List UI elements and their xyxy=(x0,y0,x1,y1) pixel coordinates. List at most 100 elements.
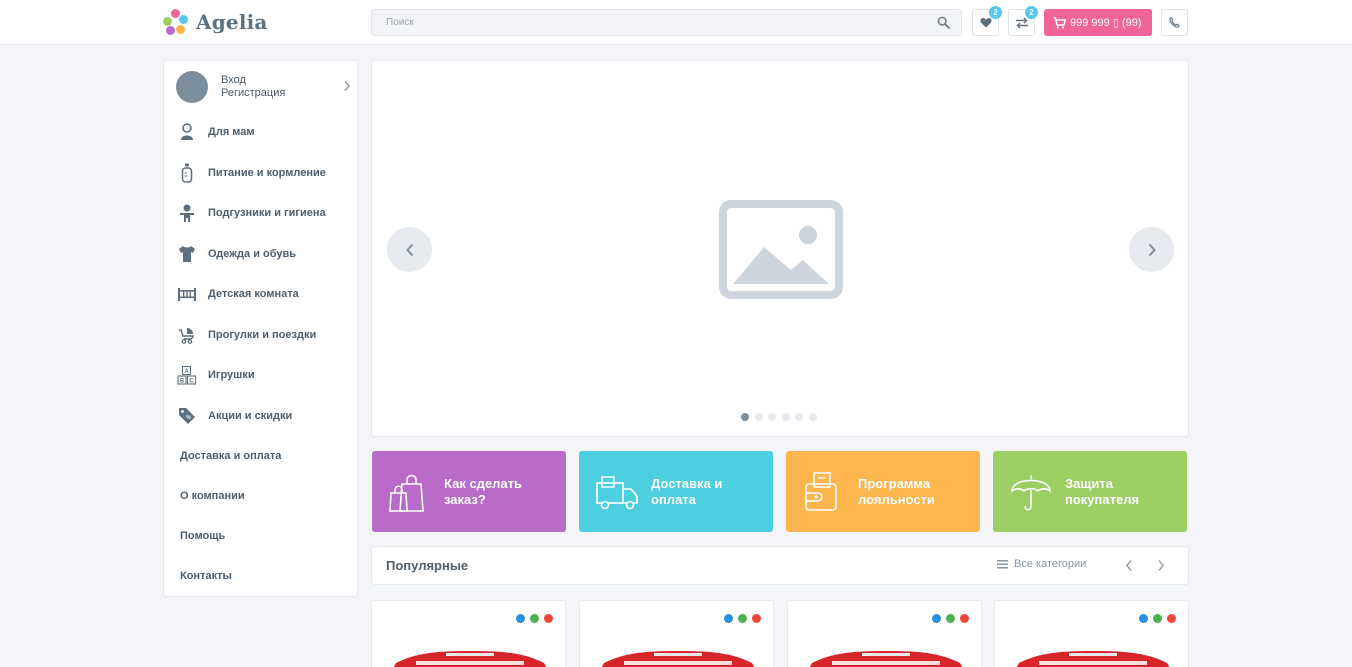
sidebar-item-label: Акции и скидки xyxy=(208,410,293,422)
list-icon xyxy=(997,559,1008,568)
product-card[interactable] xyxy=(787,600,982,667)
hero-slider xyxy=(371,60,1189,437)
stroller-icon xyxy=(176,324,198,346)
sidebar-item-feeding[interactable]: Питание и кормление xyxy=(176,162,351,184)
logo[interactable]: Agelia xyxy=(162,8,268,36)
shopping-bags-icon xyxy=(389,474,424,512)
all-categories-link[interactable]: Все категории xyxy=(997,558,1086,570)
sidebar-item-label: Игрушки xyxy=(208,369,255,381)
color-swatches xyxy=(927,614,969,623)
phone-button[interactable] xyxy=(1161,9,1188,36)
favorites-count-badge: 2 xyxy=(989,6,1002,19)
slider-prev-button[interactable] xyxy=(387,227,432,272)
color-swatch[interactable] xyxy=(1167,614,1176,623)
sidebar-item-nursery[interactable]: Детская комната xyxy=(176,283,351,305)
sidebar-item-label: Питание и кормление xyxy=(208,167,326,179)
product-card[interactable] xyxy=(371,600,566,667)
sidebar-link-delivery[interactable]: Доставка и оплата xyxy=(180,450,281,462)
sidebar-item-clothing[interactable]: Одежда и обувь xyxy=(176,243,351,265)
crib-icon xyxy=(176,283,198,305)
sidebar-item-label: Прогулки и поездки xyxy=(208,329,317,341)
tile-how-to-order[interactable]: Как сделать заказ? xyxy=(372,451,566,532)
compare-count-badge: 2 xyxy=(1025,6,1038,19)
tile-title: Программа лояльности xyxy=(858,476,935,507)
slider-dot[interactable] xyxy=(768,413,776,421)
sidebar-item-diapers[interactable]: Подгузники и гигиена xyxy=(176,202,351,224)
color-swatch[interactable] xyxy=(1153,614,1162,623)
user-account[interactable]: Вход Регистрация xyxy=(176,70,351,104)
product-image xyxy=(601,651,755,667)
color-swatch[interactable] xyxy=(516,614,525,623)
svg-text:C: C xyxy=(189,378,194,384)
sidebar-item-sales[interactable]: % Акции и скидки xyxy=(176,405,351,427)
color-swatch[interactable] xyxy=(738,614,747,623)
popular-next-button[interactable] xyxy=(1157,559,1165,572)
sidebar-link-about[interactable]: О компании xyxy=(180,490,245,502)
logo-mark-icon xyxy=(162,8,190,36)
product-card[interactable] xyxy=(994,600,1189,667)
login-link[interactable]: Вход xyxy=(221,74,246,86)
color-swatches xyxy=(1134,614,1176,623)
search-bar xyxy=(371,9,962,36)
chevron-right-icon xyxy=(344,81,350,91)
abc-blocks-icon: ABC xyxy=(176,364,198,386)
slider-dot[interactable] xyxy=(741,413,749,421)
slider-dot[interactable] xyxy=(795,413,803,421)
header: Agelia 2 2 999 999 ▯ (99) xyxy=(0,0,1352,45)
product-image xyxy=(1016,651,1170,667)
register-link[interactable]: Регистрация xyxy=(221,87,285,99)
chevron-right-icon xyxy=(1148,243,1156,256)
favorites-button[interactable]: 2 xyxy=(972,6,1002,36)
tile-loyalty-program[interactable]: Программа лояльности xyxy=(786,451,980,532)
section-title: Популярные xyxy=(386,558,469,573)
image-placeholder-icon xyxy=(719,200,843,299)
sidebar-link-contacts[interactable]: Контакты xyxy=(180,570,232,582)
logo-text: Agelia xyxy=(196,10,268,34)
avatar xyxy=(176,71,208,103)
phone-icon xyxy=(1169,17,1180,28)
sidebar-item-for-moms[interactable]: Для мам xyxy=(176,121,351,143)
search-input[interactable] xyxy=(372,10,932,35)
tile-title: Доставка и оплата xyxy=(651,476,723,507)
slider-dots xyxy=(741,413,822,421)
color-swatches xyxy=(719,614,761,623)
color-swatch[interactable] xyxy=(530,614,539,623)
svg-text:%: % xyxy=(186,415,191,421)
tile-delivery-payment[interactable]: Доставка и оплата xyxy=(579,451,773,532)
compare-arrows-icon xyxy=(1015,17,1028,28)
product-image xyxy=(809,651,963,667)
tile-buyer-protection[interactable]: Защита покупателя xyxy=(993,451,1187,532)
cart-total: 999 999 ▯ (99) xyxy=(1070,17,1142,29)
sidebar-item-label: Для мам xyxy=(208,126,255,138)
cart-button[interactable]: 999 999 ▯ (99) xyxy=(1044,9,1152,36)
sidebar-link-help[interactable]: Помощь xyxy=(180,530,225,542)
search-icon[interactable] xyxy=(937,16,950,29)
sidebar-item-label: Подгузники и гигиена xyxy=(208,207,326,219)
sidebar-item-strollers[interactable]: Прогулки и поездки xyxy=(176,324,351,346)
sidebar: Вход Регистрация Для мам Питание и кормл… xyxy=(163,60,358,597)
slider-dot[interactable] xyxy=(781,413,790,421)
color-swatch[interactable] xyxy=(1139,614,1148,623)
slider-next-button[interactable] xyxy=(1129,227,1174,272)
color-swatch[interactable] xyxy=(724,614,733,623)
product-card[interactable] xyxy=(579,600,774,667)
tag-icon: % xyxy=(176,405,198,427)
svg-text:B: B xyxy=(180,378,185,384)
compare-button[interactable]: 2 xyxy=(1008,6,1038,36)
sidebar-item-label: Одежда и обувь xyxy=(208,248,297,260)
color-swatch[interactable] xyxy=(752,614,761,623)
popular-section-header: Популярные Все категории xyxy=(371,546,1189,585)
color-swatch[interactable] xyxy=(960,614,969,623)
color-swatch[interactable] xyxy=(946,614,955,623)
color-swatch[interactable] xyxy=(544,614,553,623)
all-categories-label: Все категории xyxy=(1014,558,1087,570)
color-swatch[interactable] xyxy=(932,614,941,623)
color-swatches xyxy=(511,614,553,623)
popular-prev-button[interactable] xyxy=(1125,559,1133,572)
bottle-icon xyxy=(176,162,198,184)
slider-dot[interactable] xyxy=(754,413,763,421)
heart-icon xyxy=(979,18,992,28)
sidebar-item-toys[interactable]: ABC Игрушки xyxy=(176,364,351,386)
slider-dot[interactable] xyxy=(808,413,817,421)
bodysuit-icon xyxy=(176,243,198,265)
